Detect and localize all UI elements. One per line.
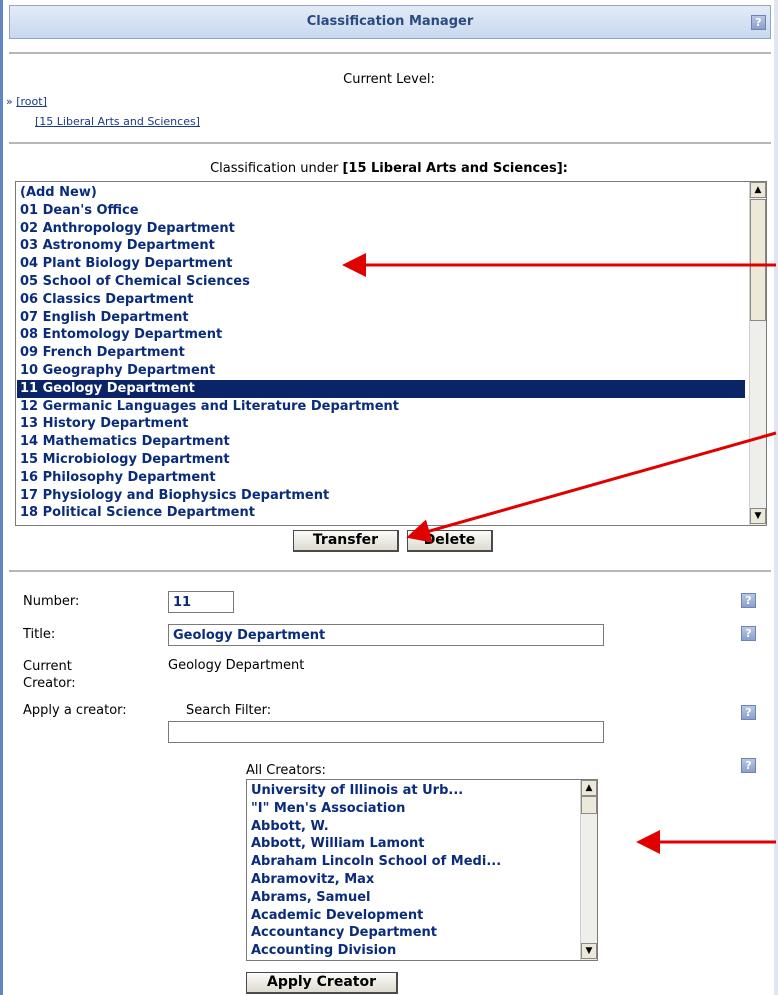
annotation-arrow-transfer xyxy=(406,431,777,543)
annotation-arrows xyxy=(342,253,777,854)
